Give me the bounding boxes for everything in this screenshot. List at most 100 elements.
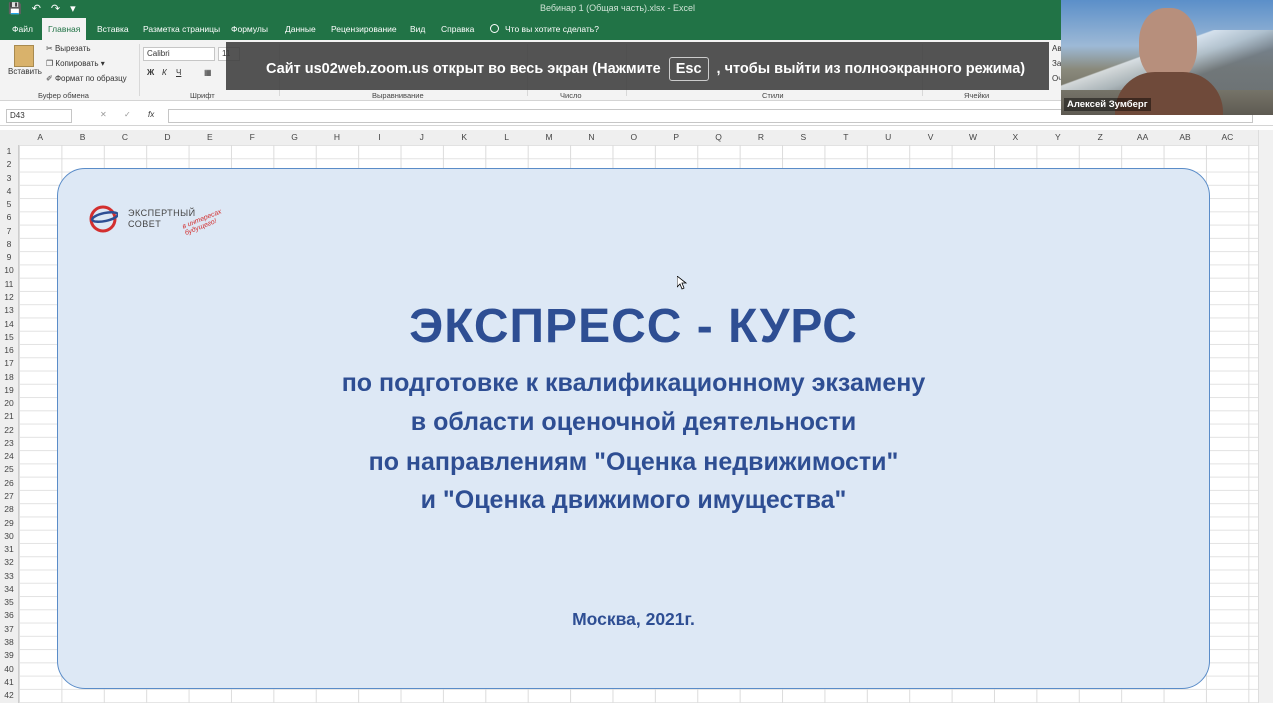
paste-button[interactable]: Вставить bbox=[8, 67, 42, 76]
tab-review[interactable]: Рецензирование bbox=[325, 18, 403, 40]
row-header[interactable]: 32 bbox=[0, 556, 18, 569]
paste-icon[interactable] bbox=[14, 45, 34, 67]
row-header[interactable]: 39 bbox=[0, 649, 18, 662]
row-header[interactable]: 28 bbox=[0, 503, 18, 516]
row-header[interactable]: 35 bbox=[0, 596, 18, 609]
italic-button[interactable]: К bbox=[162, 68, 167, 77]
undo-icon[interactable]: ↶ bbox=[32, 2, 41, 15]
row-header[interactable]: 6 bbox=[0, 211, 18, 224]
tab-view[interactable]: Вид bbox=[404, 18, 431, 40]
column-header[interactable]: M bbox=[528, 130, 570, 145]
column-header[interactable]: H bbox=[316, 130, 358, 145]
column-header[interactable]: V bbox=[909, 130, 951, 145]
row-header[interactable]: 29 bbox=[0, 517, 18, 530]
tab-formulas[interactable]: Формулы bbox=[225, 18, 274, 40]
borders-icon[interactable]: ▦ bbox=[204, 68, 212, 77]
cut-button[interactable]: ✂ Вырезать bbox=[46, 44, 91, 53]
row-header[interactable]: 34 bbox=[0, 583, 18, 596]
column-header[interactable]: F bbox=[231, 130, 273, 145]
column-header[interactable]: A bbox=[19, 130, 61, 145]
row-header[interactable]: 15 bbox=[0, 331, 18, 344]
column-header[interactable]: AB bbox=[1164, 130, 1206, 145]
row-header[interactable]: 31 bbox=[0, 543, 18, 556]
row-header[interactable]: 20 bbox=[0, 397, 18, 410]
row-header[interactable]: 37 bbox=[0, 623, 18, 636]
column-header[interactable]: K bbox=[443, 130, 485, 145]
row-header[interactable]: 36 bbox=[0, 609, 18, 622]
column-header[interactable]: G bbox=[273, 130, 315, 145]
row-header[interactable]: 23 bbox=[0, 437, 18, 450]
row-header[interactable]: 9 bbox=[0, 251, 18, 264]
row-header[interactable]: 21 bbox=[0, 410, 18, 423]
row-header[interactable]: 18 bbox=[0, 371, 18, 384]
tab-help[interactable]: Справка bbox=[435, 18, 480, 40]
column-header[interactable]: S bbox=[782, 130, 824, 145]
column-header[interactable]: X bbox=[994, 130, 1036, 145]
column-header[interactable]: AC bbox=[1206, 130, 1248, 145]
cancel-icon[interactable]: ✕ bbox=[100, 110, 107, 119]
column-header[interactable]: Q bbox=[697, 130, 739, 145]
underline-button[interactable]: Ч bbox=[176, 68, 181, 77]
participant-video[interactable]: Алексей Зумберг bbox=[1061, 0, 1273, 115]
enter-icon[interactable]: ✓ bbox=[124, 110, 131, 119]
column-header[interactable]: AA bbox=[1121, 130, 1163, 145]
column-header[interactable]: Y bbox=[1037, 130, 1079, 145]
column-header[interactable]: Z bbox=[1079, 130, 1121, 145]
column-header[interactable]: J bbox=[401, 130, 443, 145]
save-icon[interactable]: 💾 bbox=[8, 2, 22, 15]
bold-button[interactable]: Ж bbox=[147, 68, 154, 77]
fx-icon[interactable]: fx bbox=[148, 110, 154, 119]
row-header[interactable]: 38 bbox=[0, 636, 18, 649]
redo-icon[interactable]: ↷ bbox=[51, 2, 60, 15]
name-box[interactable]: D43 bbox=[6, 109, 72, 123]
column-header[interactable]: D bbox=[146, 130, 188, 145]
column-header[interactable]: T bbox=[825, 130, 867, 145]
row-header[interactable]: 8 bbox=[0, 238, 18, 251]
tell-me-search[interactable]: Что вы хотите сделать? bbox=[484, 18, 605, 40]
fill-fragment[interactable]: За bbox=[1052, 59, 1061, 68]
row-header[interactable]: 26 bbox=[0, 477, 18, 490]
row-header[interactable]: 2 bbox=[0, 158, 18, 171]
column-header[interactable]: W bbox=[952, 130, 994, 145]
row-header[interactable]: 1 bbox=[0, 145, 18, 158]
vertical-scrollbar[interactable] bbox=[1258, 130, 1273, 703]
presentation-slide[interactable]: ЭКСПЕРТНЫЙ СОВЕТ в интересах будущего! Э… bbox=[57, 168, 1210, 689]
row-header[interactable]: 16 bbox=[0, 344, 18, 357]
tab-home[interactable]: Главная bbox=[42, 18, 87, 40]
row-header[interactable]: 40 bbox=[0, 663, 18, 676]
row-header[interactable]: 14 bbox=[0, 318, 18, 331]
row-header[interactable]: 5 bbox=[0, 198, 18, 211]
column-header[interactable]: E bbox=[189, 130, 231, 145]
tab-data[interactable]: Данные bbox=[279, 18, 322, 40]
row-header[interactable]: 24 bbox=[0, 450, 18, 463]
tab-insert[interactable]: Вставка bbox=[91, 18, 135, 40]
row-header[interactable]: 12 bbox=[0, 291, 18, 304]
row-header[interactable]: 10 bbox=[0, 264, 18, 277]
row-header[interactable]: 4 bbox=[0, 185, 18, 198]
format-painter-button[interactable]: ✐ Формат по образцу bbox=[46, 74, 127, 83]
row-header[interactable]: 17 bbox=[0, 357, 18, 370]
column-header[interactable]: C bbox=[104, 130, 146, 145]
column-header[interactable]: P bbox=[655, 130, 697, 145]
row-header[interactable]: 33 bbox=[0, 570, 18, 583]
row-header[interactable]: 25 bbox=[0, 463, 18, 476]
column-header[interactable]: N bbox=[570, 130, 612, 145]
column-header[interactable]: U bbox=[867, 130, 909, 145]
row-header[interactable]: 3 bbox=[0, 172, 18, 185]
row-header[interactable]: 7 bbox=[0, 225, 18, 238]
row-header[interactable]: 11 bbox=[0, 278, 18, 291]
column-header[interactable]: O bbox=[613, 130, 655, 145]
row-header[interactable]: 19 bbox=[0, 384, 18, 397]
tab-file[interactable]: Файл bbox=[6, 18, 39, 40]
copy-button[interactable]: ❐ Копировать ▾ bbox=[46, 59, 105, 68]
column-header[interactable]: R bbox=[740, 130, 782, 145]
column-header[interactable]: I bbox=[358, 130, 400, 145]
font-name-select[interactable]: Calibri bbox=[143, 47, 215, 61]
row-header[interactable]: 30 bbox=[0, 530, 18, 543]
row-header[interactable]: 41 bbox=[0, 676, 18, 689]
tab-page-layout[interactable]: Разметка страницы bbox=[137, 18, 226, 40]
row-header[interactable]: 42 bbox=[0, 689, 18, 702]
customize-qat-icon[interactable]: ▾ bbox=[70, 2, 76, 15]
column-header[interactable]: B bbox=[61, 130, 103, 145]
row-header[interactable]: 13 bbox=[0, 304, 18, 317]
